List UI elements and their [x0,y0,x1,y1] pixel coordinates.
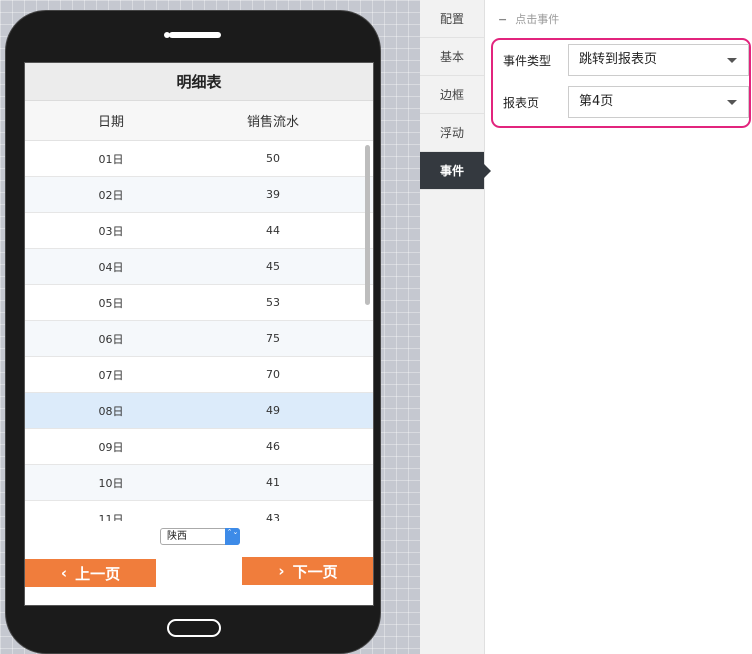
event-settings-highlight: 事件类型 跳转到报表页 报表页 第4页 [491,38,751,128]
cell-sales: 45 [266,260,280,273]
table-row[interactable]: 02日 39 [25,177,373,213]
table-row[interactable]: 10日 41 [25,465,373,501]
cell-date: 03日 [98,224,124,238]
column-header-date: 日期 [97,115,124,130]
home-button[interactable] [167,619,221,637]
region-select-value: 陕西 [167,530,187,542]
cell-date: 09日 [98,440,124,454]
event-type-label: 事件类型 [503,53,552,68]
cell-sales: 50 [266,152,280,165]
table-scrollbar[interactable] [365,145,370,305]
table-header: 日期 销售流水 [25,101,373,141]
prev-page-button[interactable]: ‹ 上一页 [25,559,156,587]
cell-sales: 39 [266,188,280,201]
table-row[interactable]: 03日 44 [25,213,373,249]
section-title: 点击事件 [515,13,560,26]
phone-frame: 明细表 日期 销售流水 01日 50 02日 39 03日 44 04日 45 [6,11,380,653]
table-row[interactable]: 11日 43 [25,501,373,521]
cell-date: 10日 [98,476,124,490]
cell-date: 04日 [98,260,124,274]
chevron-left-icon: ‹ [60,564,68,582]
table-row-selected[interactable]: 08日 49 [25,393,373,429]
event-type-row: 事件类型 跳转到报表页 [503,44,749,76]
cell-sales: 70 [266,368,280,381]
event-type-select[interactable]: 跳转到报表页 [568,44,749,76]
settings-panel: 配置 基本 边框 浮动 事件 − 点击事件 事件类型 跳转到报表页 报表页 第4页 [420,0,752,654]
report-page-value: 第4页 [579,94,614,109]
region-select[interactable]: 陕西 ⌃⌄ [160,527,240,545]
table-row[interactable]: 04日 45 [25,249,373,285]
collapse-icon: − [498,13,508,26]
cell-date: 05日 [98,296,124,310]
table-row[interactable]: 06日 75 [25,321,373,357]
cell-sales: 53 [266,296,280,309]
dropdown-caret-icon [727,58,737,63]
table-row[interactable]: 01日 50 [25,141,373,177]
cell-date: 08日 [98,404,124,418]
tab-event[interactable]: 事件 [420,152,491,190]
cell-date: 06日 [98,332,124,346]
column-header-sales: 销售流水 [246,115,299,130]
table-body[interactable]: 01日 50 02日 39 03日 44 04日 45 05日 53 06日 7… [25,141,373,521]
report-page-label: 报表页 [503,95,540,110]
dropdown-caret-icon [727,100,737,105]
cell-sales: 43 [266,512,280,521]
cell-sales: 46 [266,440,280,453]
cell-sales: 49 [266,404,280,417]
table-row[interactable]: 05日 53 [25,285,373,321]
report-title: 明细表 [25,63,373,101]
tab-config[interactable]: 配置 [420,0,484,38]
report-page-select[interactable]: 第4页 [568,86,749,118]
next-page-button[interactable]: › 下一页 [242,557,373,585]
chevron-right-icon: › [278,562,285,580]
prev-page-label: 上一页 [75,564,121,583]
cell-sales: 41 [266,476,280,489]
cell-sales: 75 [266,332,280,345]
speaker-slot [169,32,221,38]
cell-sales: 44 [266,224,280,237]
phone-screen: 明细表 日期 销售流水 01日 50 02日 39 03日 44 04日 45 [24,62,374,606]
cell-date: 07日 [98,368,124,382]
tab-basic[interactable]: 基本 [420,38,484,76]
event-type-value: 跳转到报表页 [579,52,658,67]
filter-area: 陕西 ⌃⌄ [25,521,373,551]
side-tabs: 配置 基本 边框 浮动 事件 [420,0,491,654]
next-page-label: 下一页 [292,562,338,581]
tab-float[interactable]: 浮动 [420,114,484,152]
report-page-row: 报表页 第4页 [503,86,749,118]
table-row[interactable]: 09日 46 [25,429,373,465]
cell-date: 01日 [98,152,124,166]
click-event-section-header[interactable]: − 点击事件 [498,11,559,27]
cell-date: 11日 [98,512,124,522]
table-row[interactable]: 07日 70 [25,357,373,393]
tab-border[interactable]: 边框 [420,76,484,114]
select-arrows-icon: ⌃⌄ [225,527,240,545]
cell-date: 02日 [98,188,124,202]
